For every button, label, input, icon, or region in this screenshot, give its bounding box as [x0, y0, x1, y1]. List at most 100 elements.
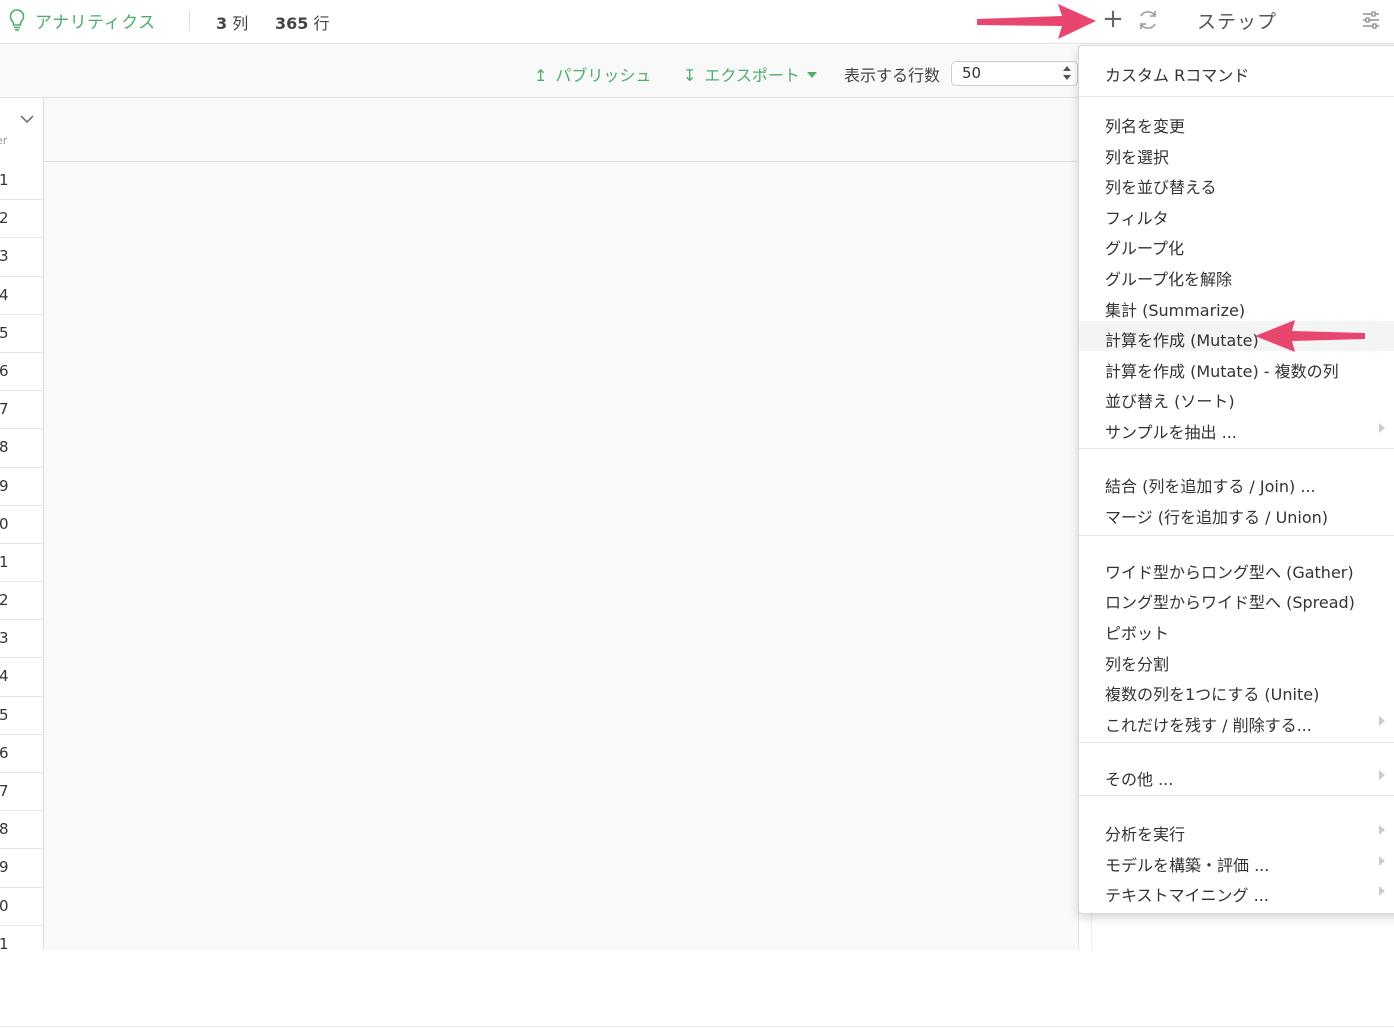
- row-number-column: 123456789012345678901: [0, 162, 44, 964]
- submenu-caret-icon: [1379, 716, 1385, 726]
- menu-item[interactable]: グループ化: [1079, 229, 1394, 259]
- row-number: 5: [0, 315, 43, 353]
- plus-icon: +: [1102, 4, 1124, 34]
- download-arrow-icon: ↧: [683, 66, 697, 85]
- menu-item-label: 列を選択: [1105, 148, 1170, 167]
- row-number-label: 0: [0, 515, 9, 533]
- row-number-label: 2: [0, 209, 9, 227]
- row-count-value: 365: [275, 14, 309, 33]
- row-number-label: 7: [0, 400, 9, 418]
- menu-item[interactable]: モデルを構築・評価 ...: [1079, 846, 1394, 876]
- menu-item-label: 複数の列を1つにする (Unite): [1105, 685, 1320, 704]
- menu-item-label: 計算を作成 (Mutate): [1105, 331, 1259, 350]
- app-title[interactable]: アナリティクス: [35, 8, 156, 33]
- row-number-label: 8: [0, 438, 9, 456]
- steps-panel-title: ステップ: [1197, 11, 1278, 33]
- add-step-button[interactable]: +: [1101, 6, 1125, 34]
- refresh-icon[interactable]: [1136, 7, 1160, 33]
- row-number-label: 9: [0, 858, 9, 876]
- upload-arrow-icon: ↥: [534, 66, 548, 85]
- menu-divider: [1079, 448, 1394, 449]
- row-number: 1: [0, 544, 43, 583]
- menu-item[interactable]: 並び替え (ソート): [1079, 382, 1394, 412]
- menu-item[interactable]: テキストマイニング ...: [1079, 876, 1394, 906]
- row-number: 2: [0, 200, 43, 239]
- submenu-caret-icon: [1379, 856, 1385, 866]
- row-count-unit: 行: [313, 14, 330, 33]
- menu-item[interactable]: 列名を変更: [1079, 107, 1394, 137]
- row-number: 4: [0, 658, 43, 697]
- rows-to-show-select[interactable]: 50: [951, 61, 1078, 86]
- submenu-caret-icon: [1379, 423, 1385, 433]
- row-number-label: 9: [0, 477, 9, 495]
- row-number: 7: [0, 391, 43, 430]
- add-step-menu: カスタム Rコマンド列名を変更列を選択 列を並び替えるフィルタ グループ化グループ化…: [1078, 45, 1394, 914]
- grid-header: er: [0, 98, 1078, 162]
- row-number: 7: [0, 773, 43, 812]
- menu-item[interactable]: グループ化を解除: [1079, 260, 1394, 290]
- row-number-label: 6: [0, 744, 9, 762]
- menu-item-label: ピボット: [1105, 624, 1170, 643]
- row-number-label: 6: [0, 362, 9, 380]
- menu-item[interactable]: カスタム Rコマンド: [1079, 56, 1394, 86]
- menu-item-label: 分析を実行: [1105, 825, 1186, 844]
- menu-item[interactable]: 計算を作成 (Mutate): [1079, 321, 1394, 351]
- row-number: 2: [0, 582, 43, 621]
- menu-item-label: テキストマイニング ...: [1105, 886, 1269, 905]
- menu-item[interactable]: これだけを残す / 削除する...: [1079, 706, 1394, 736]
- submenu-caret-icon: [1379, 770, 1385, 780]
- row-number-label: 2: [0, 591, 9, 609]
- row-count: 365 行: [275, 10, 330, 34]
- row-number: 9: [0, 849, 43, 888]
- row-number: 1: [0, 162, 43, 201]
- menu-item-label: 列名を変更: [1105, 117, 1186, 136]
- menu-item-label: 集計 (Summarize): [1105, 301, 1246, 320]
- menu-item-label: マージ (行を追加する / Union): [1105, 508, 1329, 527]
- sliders-icon[interactable]: [1360, 9, 1382, 31]
- menu-item[interactable]: 分析を実行: [1079, 815, 1394, 845]
- row-number: 3: [0, 620, 43, 659]
- menu-divider: [1079, 535, 1394, 536]
- menu-item[interactable]: ロング型からワイド型へ (Spread): [1079, 583, 1394, 613]
- menu-item-label: 結合 (列を追加する / Join) ...: [1105, 477, 1316, 496]
- menu-item[interactable]: 複数の列を1つにする (Unite): [1079, 675, 1394, 705]
- row-number: 0: [0, 506, 43, 544]
- row-number: 3: [0, 238, 43, 277]
- rows-to-show-value: 50: [962, 64, 982, 82]
- menu-item-label: フィルタ: [1105, 209, 1169, 228]
- row-number: 4: [0, 277, 43, 315]
- menu-item-label: ロング型からワイド型へ (Spread): [1105, 593, 1355, 612]
- export-button[interactable]: ↧ エクスポート: [683, 62, 817, 86]
- menu-item-label: 計算を作成 (Mutate) - 複数の列: [1105, 362, 1339, 381]
- menu-item-label: 並び替え (ソート): [1105, 392, 1235, 411]
- menu-item-label: モデルを構築・評価 ...: [1105, 856, 1270, 875]
- menu-item-label: サンプルを抽出 ...: [1105, 423, 1237, 442]
- bottom-area: [0, 950, 1394, 1028]
- menu-item[interactable]: マージ (行を追加する / Union): [1079, 498, 1394, 528]
- menu-item[interactable]: 列を並び替える: [1079, 168, 1394, 198]
- menu-item[interactable]: 列を分割: [1079, 645, 1394, 675]
- row-number: 0: [0, 888, 43, 926]
- header-divider: [189, 10, 190, 31]
- chevron-down-icon[interactable]: [20, 114, 34, 124]
- menu-item[interactable]: 列を選択: [1079, 138, 1394, 168]
- menu-item-label: グループ化を解除: [1105, 270, 1233, 289]
- submenu-caret-icon: [1379, 825, 1385, 835]
- menu-item[interactable]: その他 ...: [1079, 760, 1394, 790]
- menu-item[interactable]: 計算を作成 (Mutate) - 複数の列: [1079, 352, 1394, 382]
- row-number-label: 0: [0, 897, 9, 915]
- row-number-label: 7: [0, 782, 9, 800]
- row-number-label: 5: [0, 706, 9, 724]
- menu-item[interactable]: ピボット: [1079, 614, 1394, 644]
- menu-item[interactable]: 結合 (列を追加する / Join) ...: [1079, 467, 1394, 497]
- menu-item[interactable]: サンプルを抽出 ...: [1079, 413, 1394, 443]
- menu-divider: [1079, 795, 1394, 796]
- menu-item[interactable]: フィルタ: [1079, 199, 1394, 229]
- row-number-label: 8: [0, 820, 9, 838]
- column-header[interactable]: er: [0, 98, 44, 162]
- menu-item[interactable]: ワイド型からロング型へ (Gather): [1079, 553, 1394, 583]
- publish-label: パブリッシュ: [555, 66, 652, 85]
- publish-button[interactable]: ↥ パブリッシュ: [534, 62, 651, 86]
- menu-item[interactable]: 集計 (Summarize): [1079, 291, 1394, 321]
- column-count-unit: 列: [232, 14, 249, 33]
